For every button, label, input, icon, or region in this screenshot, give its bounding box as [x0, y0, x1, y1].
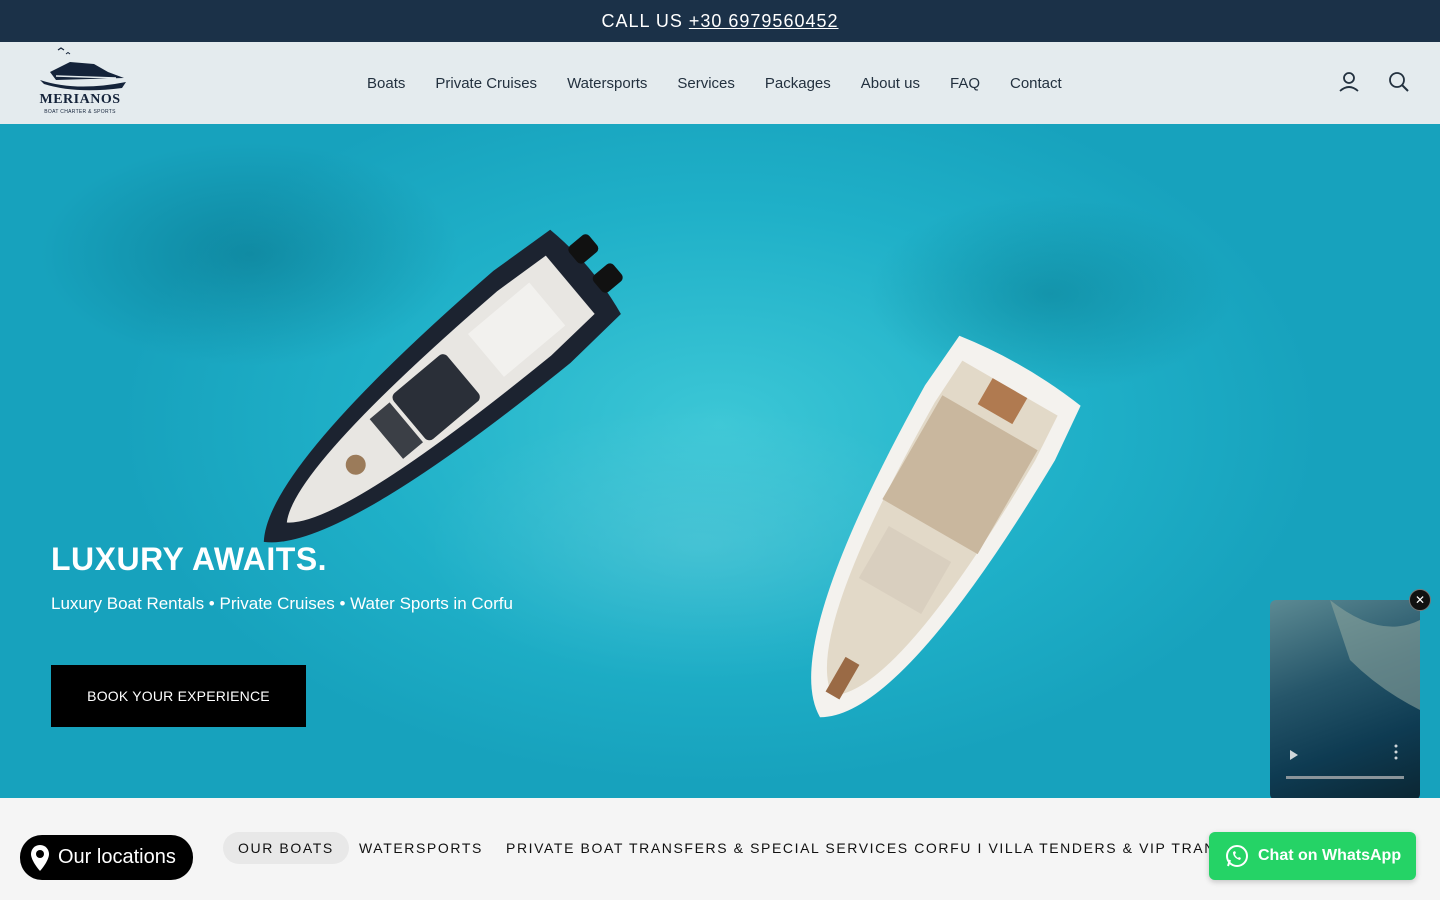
our-locations-label: Our locations — [58, 846, 176, 868]
whatsapp-label: Chat on WhatsApp — [1258, 847, 1402, 864]
close-icon[interactable]: ✕ — [1409, 589, 1431, 611]
nav-about-us[interactable]: About us — [861, 75, 920, 92]
book-experience-button[interactable]: BOOK YOUR EXPERIENCE — [51, 665, 306, 727]
yacht-logo-icon — [40, 47, 126, 91]
hero-title: LUXURY AWAITS. — [51, 541, 328, 577]
our-locations-button[interactable]: Our locations — [20, 835, 193, 880]
account-icon[interactable] — [1337, 70, 1361, 94]
tab-our-boats[interactable]: OUR BOATS — [223, 832, 349, 864]
logo-brand-text: MERIANOS — [39, 92, 121, 107]
site-header: MERIANOS BOAT CHARTER & SPORTS Boats Pri… — [0, 42, 1440, 124]
nav-watersports[interactable]: Watersports — [567, 75, 647, 92]
nav-packages[interactable]: Packages — [765, 75, 831, 92]
nav-private-cruises[interactable]: Private Cruises — [435, 75, 537, 92]
nav-contact[interactable]: Contact — [1010, 75, 1062, 92]
logo-tagline: BOAT CHARTER & SPORTS — [44, 109, 116, 115]
phone-link[interactable]: +30 6979560452 — [689, 11, 839, 32]
play-icon — [1290, 750, 1298, 760]
search-icon[interactable] — [1387, 70, 1411, 94]
main-nav: Boats Private Cruises Watersports Servic… — [352, 42, 1077, 124]
location-pin-icon — [31, 844, 49, 871]
nav-boats[interactable]: Boats — [367, 75, 405, 92]
whatsapp-icon — [1226, 845, 1248, 867]
top-bar: CALL US +30 6979560452 — [0, 0, 1440, 42]
call-us-label: CALL US — [601, 10, 683, 31]
nav-services[interactable]: Services — [677, 75, 735, 92]
nav-faq[interactable]: FAQ — [950, 75, 980, 92]
tab-watersports[interactable]: WATERSPORTS — [359, 832, 483, 864]
logo[interactable]: MERIANOS BOAT CHARTER & SPORTS — [36, 46, 128, 120]
tab-private-transfers[interactable]: PRIVATE BOAT TRANSFERS & SPECIAL SERVICE… — [506, 832, 1271, 864]
video-preview-widget[interactable] — [1270, 600, 1420, 800]
whatsapp-chat-button[interactable]: Chat on WhatsApp — [1209, 832, 1416, 880]
hero-subtitle: Luxury Boat Rentals • Private Cruises • … — [51, 594, 513, 613]
hero-section: LUXURY AWAITS. Luxury Boat Rentals • Pri… — [0, 124, 1440, 798]
